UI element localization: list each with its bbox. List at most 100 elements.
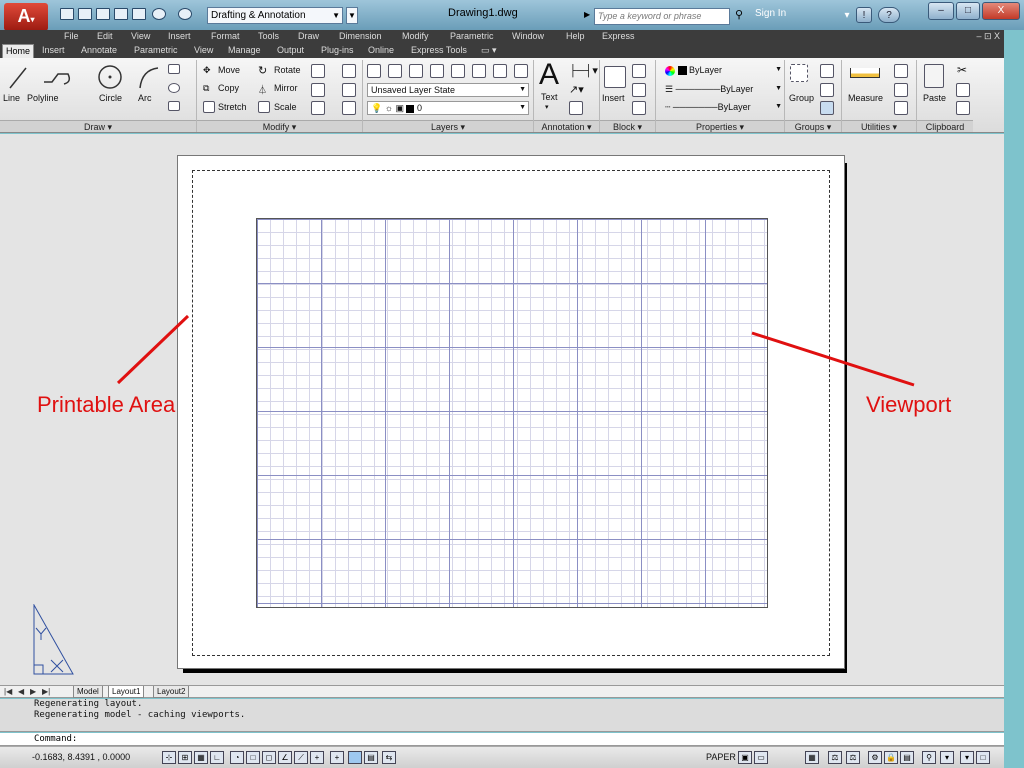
minimize-button[interactable]: – <box>928 2 954 20</box>
save-as-icon[interactable] <box>114 8 128 20</box>
move-tool[interactable]: Move <box>218 65 240 75</box>
line-tool[interactable]: Line <box>3 93 20 103</box>
undo-icon[interactable] <box>152 8 166 20</box>
measure-tool[interactable]: Measure <box>848 93 883 103</box>
offset-icon[interactable] <box>342 101 356 115</box>
layer-freeze-icon[interactable] <box>388 64 402 78</box>
workspace-switching-icon[interactable]: ⚙ <box>868 751 882 764</box>
status-menu-icon[interactable]: ▾ <box>940 751 954 764</box>
group-edit-icon[interactable] <box>820 83 834 97</box>
new-icon[interactable] <box>60 8 74 20</box>
layer-lock-icon[interactable] <box>409 64 423 78</box>
group-tool[interactable]: Group <box>789 93 814 103</box>
application-menu-button[interactable]: A▾ <box>4 3 48 31</box>
stretch-tool[interactable]: Stretch <box>218 102 247 112</box>
tab-annotate[interactable]: Annotate <box>78 44 120 58</box>
snap-mode-icon[interactable]: ⊞ <box>178 751 192 764</box>
quick-select-icon[interactable] <box>894 64 908 78</box>
toolbar-lock-icon[interactable]: 🔒 <box>884 751 898 764</box>
last-tab-icon[interactable]: ▶| <box>42 686 50 698</box>
paper-space-toggle[interactable]: PAPER <box>706 752 736 762</box>
workspace-dropdown[interactable]: Drafting & Annotation ▼ <box>207 7 343 24</box>
properties-panel-title[interactable]: Properties ▾ <box>656 120 784 132</box>
maximize-button[interactable]: □ <box>956 2 980 20</box>
dynamic-ucs-icon[interactable]: ⟋ <box>294 751 308 764</box>
polar-tracking-icon[interactable]: ◔ <box>230 751 244 764</box>
polyline-tool[interactable]: Polyline <box>27 93 59 103</box>
fullscreen-icon[interactable]: □ <box>976 751 990 764</box>
help-icon[interactable]: ? <box>878 7 900 23</box>
table-icon[interactable] <box>569 101 583 115</box>
close-button[interactable]: X <box>982 2 1020 20</box>
object-snap-icon[interactable]: □ <box>246 751 260 764</box>
isolate-objects-icon[interactable]: ⚲ <box>922 751 936 764</box>
explode-icon[interactable] <box>342 83 356 97</box>
lineweight-toggle-icon[interactable]: + <box>330 751 344 764</box>
menu-format[interactable]: Format <box>211 30 240 43</box>
tab-layout1[interactable]: Layout1 <box>108 686 145 698</box>
create-block-icon[interactable] <box>632 64 646 78</box>
draw-panel-title[interactable]: Draw ▾ <box>0 120 196 132</box>
quick-properties-icon[interactable]: ▤ <box>364 751 378 764</box>
layer-walk-icon[interactable] <box>493 64 507 78</box>
tab-plug-ins[interactable]: Plug-ins <box>318 44 357 58</box>
text-tool[interactable]: Text <box>541 92 558 102</box>
first-tab-icon[interactable]: |◀ <box>4 686 12 698</box>
dynamic-input-icon[interactable]: + <box>310 751 324 764</box>
cut-icon[interactable]: ✂ <box>957 63 967 77</box>
fillet-icon[interactable] <box>311 83 325 97</box>
trim-icon[interactable] <box>311 64 325 78</box>
paste-tool[interactable]: Paste <box>923 93 946 103</box>
tab-online[interactable]: Online <box>365 44 397 58</box>
save-icon[interactable] <box>96 8 110 20</box>
menu-express[interactable]: Express <box>602 30 635 43</box>
menu-draw[interactable]: Draw <box>298 30 319 43</box>
menu-tools[interactable]: Tools <box>258 30 279 43</box>
quick-access-dropdown[interactable]: ▼ <box>346 7 358 24</box>
erase-icon[interactable] <box>342 64 356 78</box>
layer-dropdown[interactable]: 💡 ☼ ▣ 0 ▼ <box>367 101 529 115</box>
block-panel-title[interactable]: Block ▾ <box>600 120 655 132</box>
dimension-icon[interactable]: ├─┤▾ <box>569 64 598 77</box>
redo-icon[interactable] <box>178 8 192 20</box>
clean-screen-icon[interactable]: ▾ <box>960 751 974 764</box>
grid-display-icon[interactable]: ▦ <box>194 751 208 764</box>
layer-properties-icon[interactable] <box>367 64 381 78</box>
layer-previous-icon[interactable] <box>472 64 486 78</box>
menu-view[interactable]: View <box>131 30 150 43</box>
color-dropdown[interactable]: ByLayer ▼ <box>662 64 784 78</box>
layer-unisolate-icon[interactable] <box>514 64 528 78</box>
binoculars-icon[interactable]: ⚲ <box>735 8 743 21</box>
tab-model[interactable]: Model <box>73 686 103 698</box>
select-all-icon[interactable] <box>894 83 908 97</box>
tab-layout2[interactable]: Layout2 <box>153 686 190 698</box>
rectangle-icon[interactable] <box>168 64 180 74</box>
calculator-icon[interactable] <box>894 101 908 115</box>
exchange-icon[interactable]: ! <box>856 7 872 23</box>
sign-in-dropdown-icon[interactable]: ▾ <box>840 8 854 22</box>
modify-panel-title[interactable]: Modify ▾ <box>197 120 362 132</box>
ribbon-minimize-icon[interactable]: ▭ ▾ <box>478 44 500 58</box>
layer-state-dropdown[interactable]: Unsaved Layer State ▼ <box>367 83 529 97</box>
selection-cycling-icon[interactable]: ⇆ <box>382 751 396 764</box>
mirror-tool[interactable]: Mirror <box>274 83 298 93</box>
tab-insert[interactable]: Insert <box>39 44 68 58</box>
annotation-scale-icon[interactable]: ⚖ <box>828 751 842 764</box>
infer-constraints-icon[interactable]: ⊹ <box>162 751 176 764</box>
layers-panel-title[interactable]: Layers ▾ <box>363 120 533 132</box>
hatch-icon[interactable] <box>168 101 180 111</box>
group-selection-icon[interactable] <box>820 101 834 115</box>
layer-isolate-icon[interactable] <box>430 64 444 78</box>
open-icon[interactable] <box>78 8 92 20</box>
arc-tool[interactable]: Arc <box>138 93 152 103</box>
drawing-canvas[interactable]: Printable Area Viewport <box>0 134 1004 685</box>
tab-parametric[interactable]: Parametric <box>131 44 181 58</box>
annotation-visibility-icon[interactable]: ⚖ <box>846 751 860 764</box>
menu-modify[interactable]: Modify <box>402 30 429 43</box>
prev-tab-icon[interactable]: ◀ <box>18 686 24 698</box>
chevron-down-icon[interactable]: ▾ <box>545 103 549 111</box>
menu-edit[interactable]: Edit <box>97 30 113 43</box>
menu-file[interactable]: File <box>64 30 79 43</box>
next-tab-icon[interactable]: ▶ <box>30 686 36 698</box>
block-attribute-icon[interactable] <box>632 101 646 115</box>
